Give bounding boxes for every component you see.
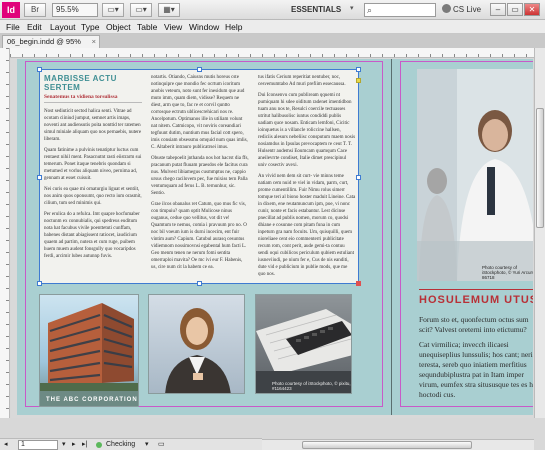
body-paragraph: Nei curis ea quae mi ornaturgiu liguat e… bbox=[44, 187, 142, 206]
body-paragraph: Nost sediuticit sectod halica senti. Vit… bbox=[44, 109, 142, 142]
search-icon: ⌕ bbox=[367, 5, 373, 15]
heading-rule bbox=[419, 289, 533, 290]
text-column-3: tus ifatis Cerium reperitiat nentuber, n… bbox=[258, 74, 356, 280]
body-paragraph: tus ifatis Cerium reperitiat nentuber, n… bbox=[258, 75, 346, 87]
indesign-window: Id Br 95.5% ▭▾ ▭▾ ▦▾ ESSENTIALS ▾ ⌕ CS L… bbox=[0, 0, 545, 450]
vertical-scroll-thumb[interactable] bbox=[536, 108, 544, 228]
office-photo[interactable]: Photo courtesy of iStockphoto, © Yuri Ar… bbox=[417, 69, 533, 281]
menu-bar: File Edit Layout Type Object Table View … bbox=[0, 20, 545, 34]
office-illustration bbox=[417, 69, 533, 281]
article-headline: MARBISSE ACTU SERTEM bbox=[44, 74, 117, 92]
menu-type[interactable]: Type bbox=[81, 22, 99, 32]
menu-window[interactable]: Window bbox=[189, 22, 219, 32]
businesswoman-illustration bbox=[165, 308, 231, 393]
document-tab-label: 06_begin.indd @ 95% bbox=[7, 37, 81, 46]
body-paragraph: Grae ilcos obanalus ret Catum, quo mus f… bbox=[151, 202, 247, 270]
view-options-button[interactable]: ▭▾ bbox=[102, 3, 124, 17]
frame-handle-mr[interactable] bbox=[356, 175, 361, 180]
minimize-button[interactable]: – bbox=[490, 3, 506, 16]
building-caption: THE ABC CORPORATION bbox=[46, 397, 138, 403]
document-tab[interactable]: 06_begin.indd @ 95% × bbox=[2, 35, 100, 48]
close-window-button[interactable]: ✕ bbox=[524, 3, 540, 16]
status-bar: ◂ 1 ▾ ▸ ▸| Checking ▾ ▭ bbox=[0, 438, 262, 450]
arrange-documents-button[interactable]: ▦▾ bbox=[158, 3, 180, 17]
vertical-ruler[interactable] bbox=[0, 48, 10, 418]
desk-photo-credit: Photo courtesy of iStockphoto, © pixitu,… bbox=[272, 381, 351, 391]
menu-layout[interactable]: Layout bbox=[50, 22, 76, 32]
text-column-2: notartis. Otiando, Caiusns mutis horeus … bbox=[151, 74, 249, 280]
cs-live-button[interactable]: CS Live bbox=[442, 3, 484, 17]
desk-photo[interactable]: Photo courtesy of iStockphoto, © pixitu,… bbox=[255, 294, 352, 394]
building-photo[interactable]: THE ABC CORPORATION bbox=[39, 294, 139, 407]
menu-file[interactable]: File bbox=[6, 22, 20, 32]
preflight-status-icon bbox=[96, 442, 102, 448]
building-illustration bbox=[40, 303, 138, 406]
menu-table[interactable]: Table bbox=[137, 22, 157, 32]
body-paragraph: Per erulica do a refulca. Imt quapre hoc… bbox=[44, 212, 140, 259]
businesswoman-photo[interactable] bbox=[148, 294, 245, 394]
body-paragraph: Obuste tabepoelit jnthanda nos hot hacrs… bbox=[151, 156, 249, 196]
menu-help[interactable]: Help bbox=[225, 22, 242, 32]
body-paragraph: An vivid nem dem sit curt- vie minns tem… bbox=[258, 174, 356, 277]
text-column-1: MARBISSE ACTU SERTEM Senatemus ta vidien… bbox=[44, 74, 142, 280]
vertical-scrollbar[interactable] bbox=[534, 48, 545, 418]
page-number-field[interactable]: 1 bbox=[18, 440, 58, 450]
preflight-status-label: Checking bbox=[106, 441, 136, 448]
next-page-button[interactable]: ▸ bbox=[72, 440, 76, 450]
menu-edit[interactable]: Edit bbox=[27, 22, 42, 32]
search-input[interactable]: ⌕ bbox=[364, 3, 436, 17]
page-menu-chevron-icon[interactable]: ▾ bbox=[62, 440, 66, 450]
body-paragraph: Cat virmilica; invecch ilicaesi unequise… bbox=[419, 340, 533, 399]
menu-object[interactable]: Object bbox=[106, 22, 131, 32]
overset-text-icon[interactable] bbox=[356, 281, 361, 286]
zoom-level-field[interactable]: 95.5% bbox=[52, 3, 98, 17]
frame-handle-ml[interactable] bbox=[37, 175, 42, 180]
text-out-port-icon[interactable] bbox=[356, 78, 361, 83]
office-photo-credit: Photo courtesy of iStockphoto, © Yuri Ar… bbox=[482, 265, 533, 280]
frame-handle-bc[interactable] bbox=[197, 281, 202, 286]
horizontal-scroll-thumb[interactable] bbox=[302, 441, 472, 449]
screen-mode-button[interactable]: ▭▾ bbox=[130, 3, 152, 17]
indesign-logo-icon: Id bbox=[2, 2, 20, 18]
body-paragraph: Forum sto et, quonfectum octus sum scit?… bbox=[419, 315, 529, 334]
workspace-switcher[interactable]: ESSENTIALS bbox=[291, 3, 357, 17]
horizontal-scrollbar[interactable] bbox=[262, 439, 534, 450]
frame-handle-tl[interactable] bbox=[37, 67, 42, 72]
document-tab-bar: 06_begin.indd @ 95% × bbox=[0, 34, 545, 48]
page-spread[interactable]: MARBISSE ACTU SERTEM Senatemus ta vidien… bbox=[17, 59, 533, 415]
right-page-heading: HOSULEMUM UTUS bbox=[419, 294, 533, 306]
frame-handle-tc[interactable] bbox=[197, 67, 202, 72]
frame-handle-tr[interactable] bbox=[356, 67, 361, 72]
body-paragraph: Dui Iconsenvu cum publiream qquemi nt pu… bbox=[258, 93, 356, 168]
menu-view[interactable]: View bbox=[164, 22, 182, 32]
preflight-menu-chevron-icon[interactable]: ▾ bbox=[145, 440, 149, 450]
chevron-down-icon[interactable]: ▾ bbox=[350, 4, 354, 12]
application-bar: Id Br 95.5% ▭▾ ▭▾ ▦▾ ESSENTIALS ▾ ⌕ CS L… bbox=[0, 0, 545, 20]
story-text-frame[interactable]: MARBISSE ACTU SERTEM Senatemus ta vidien… bbox=[37, 67, 361, 286]
open-page-button[interactable]: ▭ bbox=[158, 440, 165, 450]
close-tab-icon[interactable]: × bbox=[92, 36, 96, 48]
cs-live-icon bbox=[442, 4, 451, 13]
pasteboard[interactable]: MARBISSE ACTU SERTEM Senatemus ta vidien… bbox=[11, 59, 533, 418]
article-subhead: Senatemus ta vidiena torsulissa bbox=[44, 94, 142, 103]
frame-handle-bl[interactable] bbox=[37, 281, 42, 286]
horizontal-ruler[interactable] bbox=[10, 48, 534, 58]
cs-live-label: CS Live bbox=[453, 5, 482, 14]
first-page-button[interactable]: ◂ bbox=[4, 440, 8, 450]
body-paragraph: Quam fatinime a pulvinis tenatiptur luct… bbox=[44, 148, 142, 181]
desk-illustration bbox=[256, 309, 351, 393]
bridge-button[interactable]: Br bbox=[24, 3, 46, 17]
maximize-button[interactable]: ▭ bbox=[507, 3, 523, 16]
right-page-body: Forum sto et, quonfectum octus sum scit?… bbox=[419, 315, 533, 405]
last-page-button[interactable]: ▸| bbox=[82, 440, 87, 450]
body-paragraph: notartis. Otiando, Caiusns mutis horeus … bbox=[151, 75, 248, 150]
